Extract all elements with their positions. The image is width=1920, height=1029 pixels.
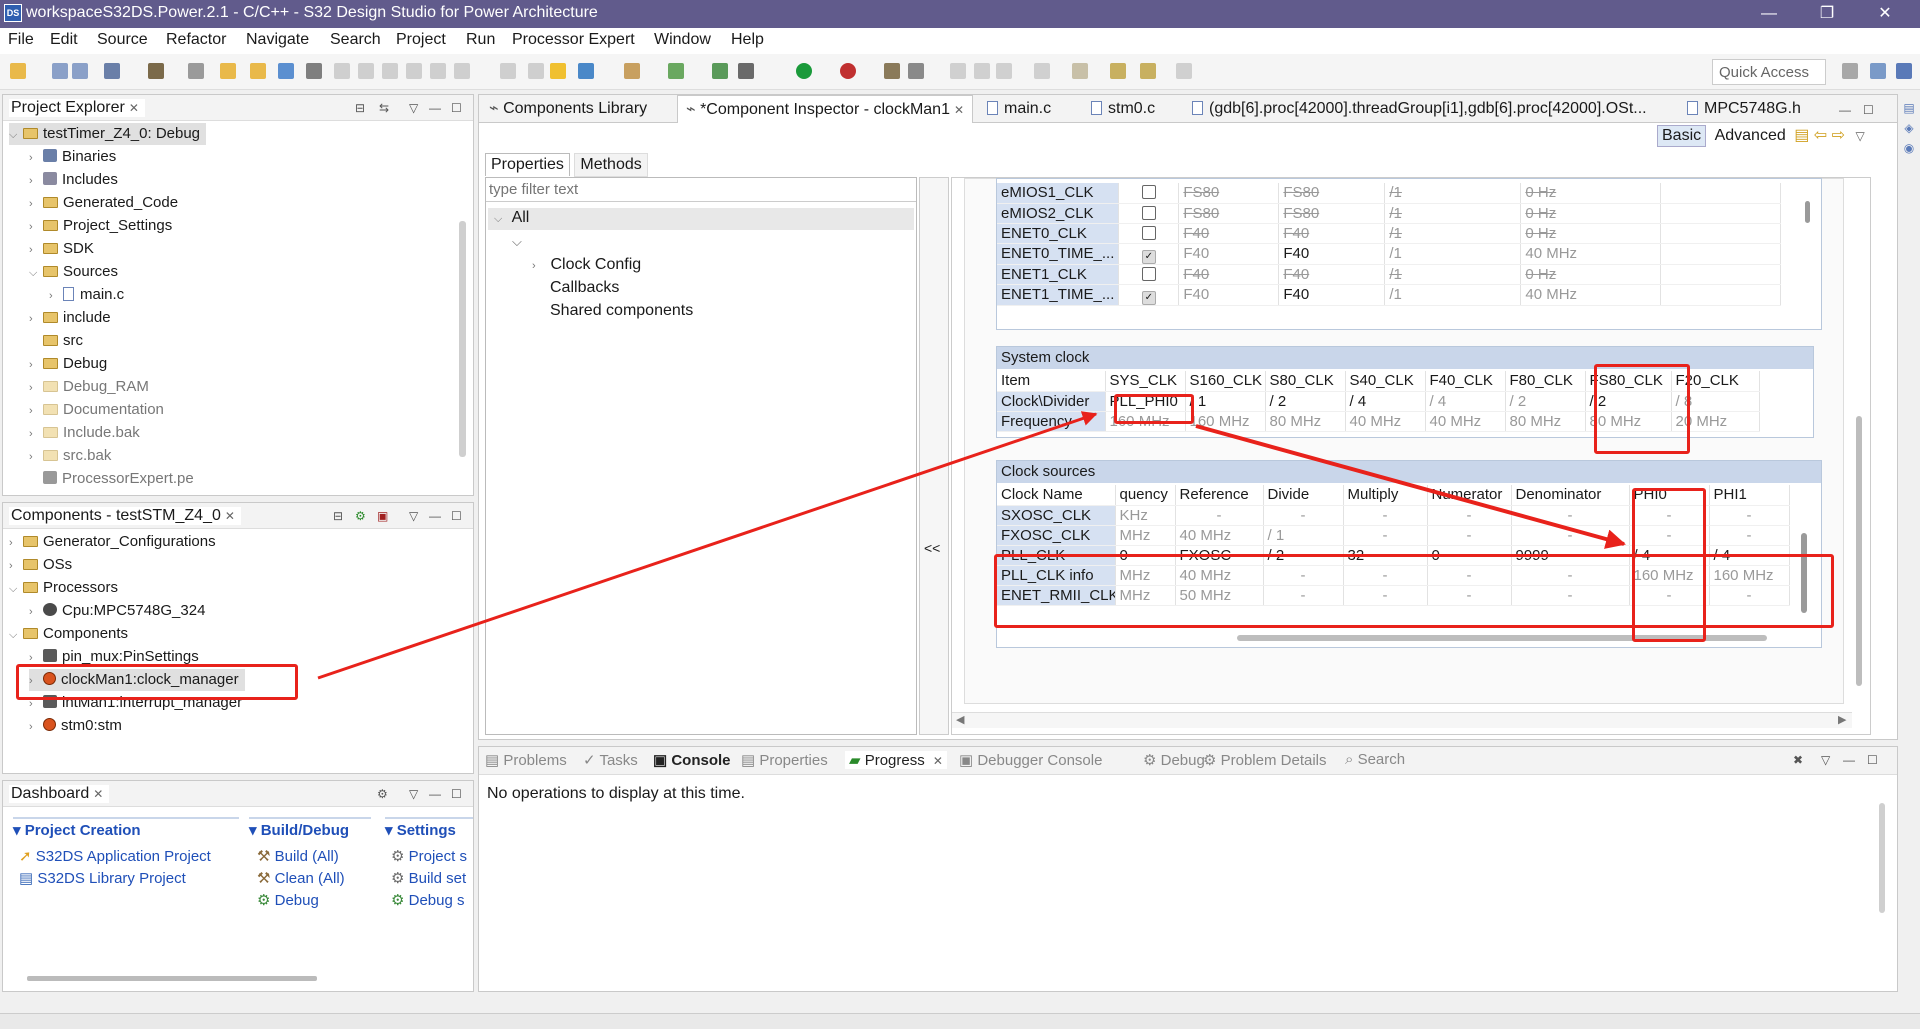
annotation-arrows bbox=[317, 411, 1626, 680]
arrow-to-phi0 bbox=[1195, 424, 1626, 549]
arrow-to-pll-phi0 bbox=[317, 411, 1098, 680]
